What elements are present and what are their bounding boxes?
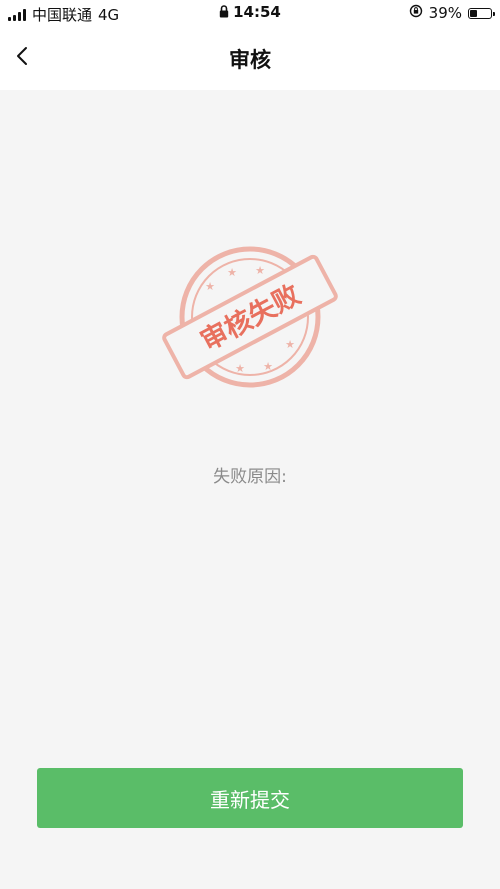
svg-text:★: ★ [285, 338, 295, 351]
battery-icon [468, 7, 495, 19]
review-failed-stamp: ★ ★ ★ ★ ★ ★ ★ 审核失败 [150, 245, 350, 395]
svg-text:★: ★ [205, 280, 215, 293]
page-title: 审核 [229, 48, 271, 72]
svg-text:★: ★ [263, 360, 273, 373]
rotation-lock-icon [409, 4, 423, 22]
status-right: 39% [409, 4, 495, 22]
status-bar: 中国联通 4G 14:54 39% [0, 0, 500, 26]
status-time: 14:54 [233, 3, 281, 21]
resubmit-button[interactable]: 重新提交 [37, 768, 463, 828]
lock-icon [219, 4, 229, 22]
svg-text:★: ★ [227, 266, 237, 279]
svg-text:★: ★ [235, 362, 245, 375]
battery-percent: 39% [428, 4, 462, 22]
svg-text:★: ★ [255, 264, 265, 277]
main-content: ★ ★ ★ ★ ★ ★ ★ 审核失败 失败原因: 重新提交 [0, 90, 500, 889]
navigation-bar: 审核 [0, 26, 500, 90]
battery-level-fill [470, 9, 477, 17]
failure-reason-label: 失败原因: [213, 467, 287, 487]
